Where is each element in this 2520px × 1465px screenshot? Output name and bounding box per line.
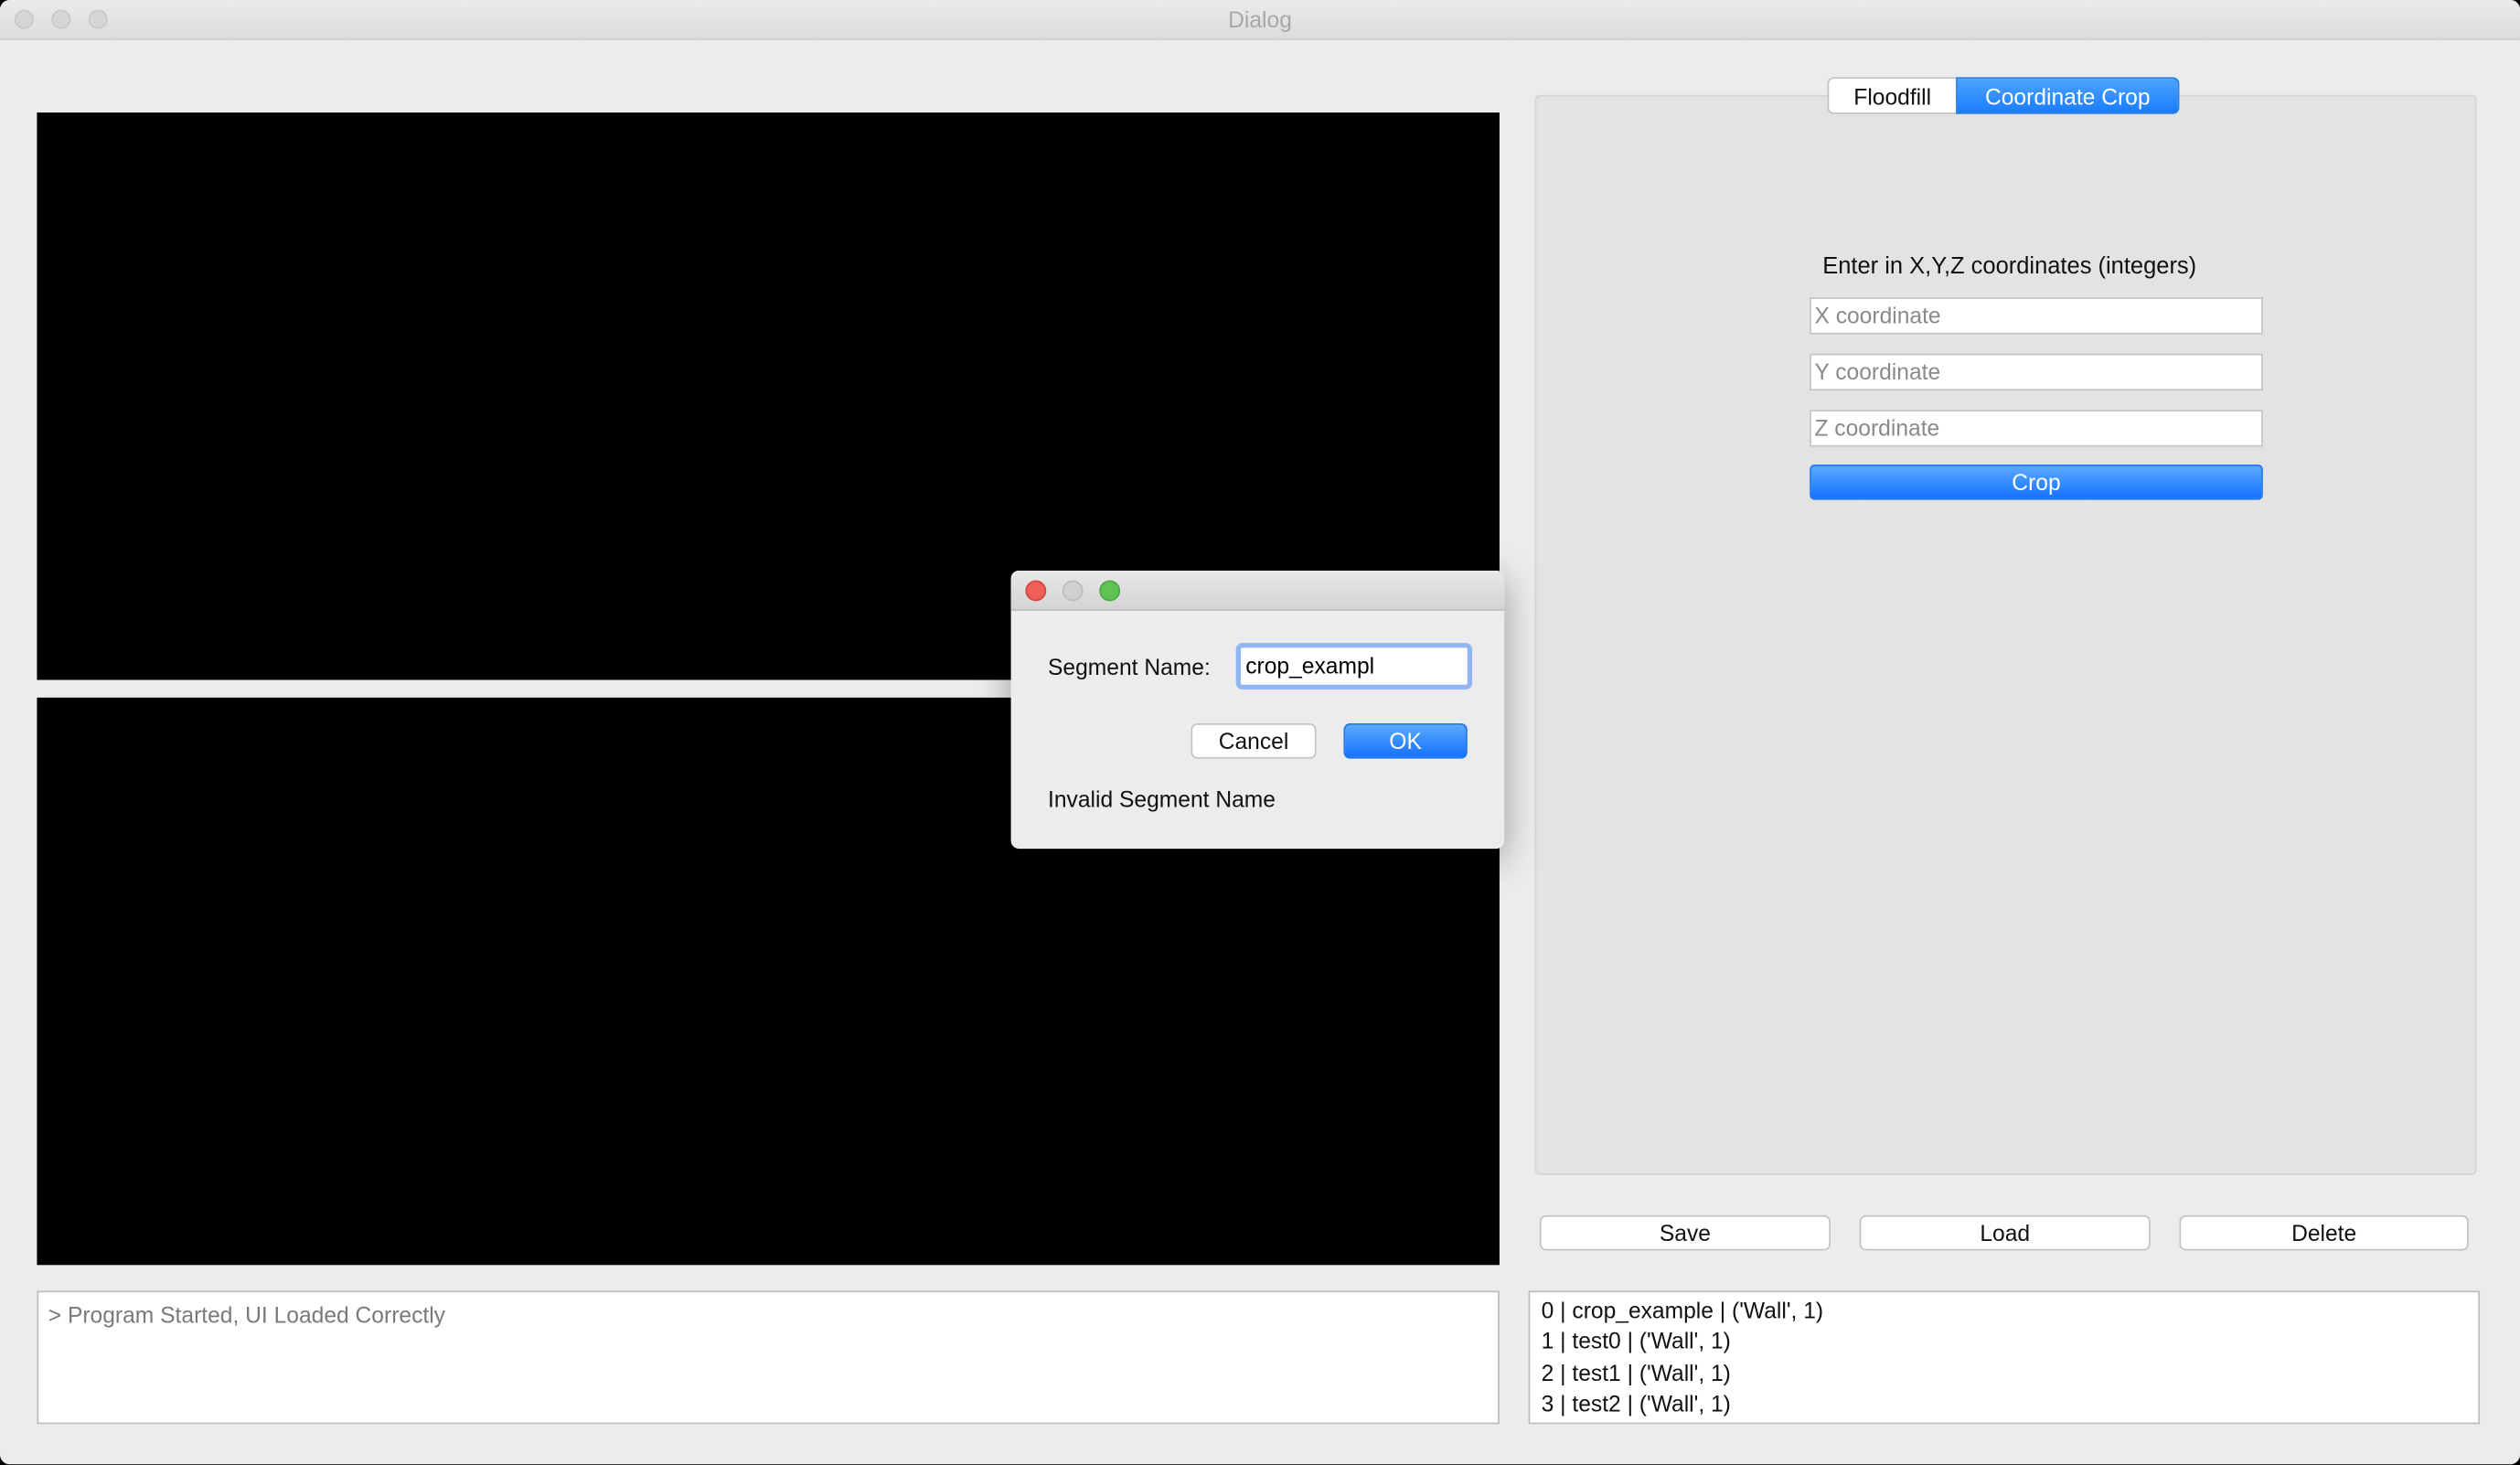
segment-list[interactable]: 0 | crop_example | ('Wall', 1) 1 | test0… [1528,1290,2481,1425]
error-message: Invalid Segment Name [1048,786,1276,812]
zoom-window-button[interactable] [88,9,108,29]
segment-name-input[interactable]: crop_exampl [1235,643,1473,690]
minimize-window-button[interactable] [51,9,71,29]
crop-instructions: Enter in X,Y,Z coordinates (integers) [1822,253,2197,280]
close-window-button[interactable] [14,9,34,29]
delete-button[interactable]: Delete [2179,1214,2469,1251]
dialog-minimize-button[interactable] [1062,580,1084,602]
list-item[interactable]: 0 | crop_example | ('Wall', 1) [1542,1296,2467,1327]
log-text: > Program Started, UI Loaded Correctly [48,1301,445,1328]
list-item[interactable]: 1 | test0 | ('Wall', 1) [1542,1327,2467,1358]
list-item[interactable]: 3 | test2 | ('Wall', 1) [1542,1388,2467,1419]
dialog-title-bar [1010,570,1505,611]
main-window: Dialog > Program Started, UI Loaded Corr… [0,0,2520,1465]
cancel-button[interactable]: Cancel [1191,722,1317,759]
segment-name-dialog: Segment Name: crop_exampl Cancel OK Inva… [1010,570,1505,850]
dialog-close-button[interactable] [1025,580,1047,602]
log-output: > Program Started, UI Loaded Correctly [37,1290,1500,1425]
tab-coordinate-crop[interactable]: Coordinate Crop [1956,77,2180,114]
tab-floodfill[interactable]: Floodfill [1827,77,1958,114]
load-button[interactable]: Load [1859,1214,2151,1251]
save-button[interactable]: Save [1539,1214,1831,1251]
x-coordinate-input[interactable]: X coordinate [1810,297,2263,335]
y-coordinate-input[interactable]: Y coordinate [1810,353,2263,391]
segment-name-label: Segment Name: [1048,654,1211,680]
title-bar: Dialog [0,0,2520,40]
window-title: Dialog [1228,6,1292,33]
ok-button[interactable]: OK [1343,722,1468,759]
list-item[interactable]: 2 | test1 | ('Wall', 1) [1542,1358,2467,1389]
dialog-zoom-button[interactable] [1099,580,1121,602]
crop-button[interactable]: Crop [1810,464,2263,500]
z-coordinate-input[interactable]: Z coordinate [1810,410,2263,447]
